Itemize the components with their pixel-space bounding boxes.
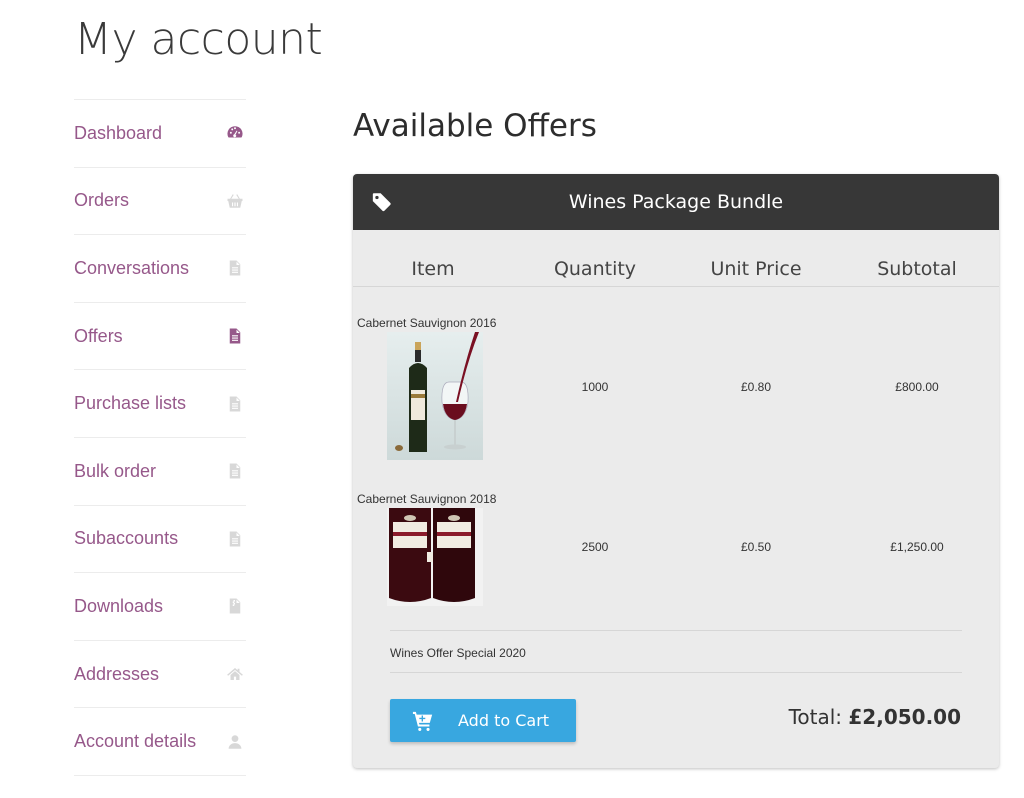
- sidebar-item-label: Bulk order: [74, 460, 157, 481]
- add-to-cart-label: Add to Cart: [458, 711, 550, 730]
- sidebar-item-purchase-lists[interactable]: Purchase lists: [74, 370, 246, 438]
- column-header-quantity: Quantity: [553, 258, 637, 280]
- file-icon: [224, 528, 246, 550]
- sidebar-item-label: Downloads: [74, 595, 164, 616]
- offer-header: Wines Package Bundle: [353, 174, 999, 230]
- header-divider: [353, 286, 999, 287]
- home-icon: [224, 663, 246, 685]
- sidebar-item-addresses[interactable]: Addresses: [74, 641, 246, 709]
- unit-price-value: £0.80: [740, 380, 772, 394]
- file-icon: [224, 460, 246, 482]
- divider: [390, 672, 962, 673]
- column-header-subtotal: Subtotal: [877, 258, 957, 280]
- sidebar-item-label: Offers: [74, 325, 123, 346]
- sidebar-item-label: Addresses: [74, 663, 160, 684]
- product-image: [387, 508, 483, 606]
- sidebar-item-label: Orders: [74, 190, 130, 211]
- total-label: Total:: [788, 705, 849, 729]
- sidebar-item-label: Conversations: [74, 257, 190, 278]
- file-icon: [224, 325, 246, 347]
- page-title: My account: [74, 14, 323, 65]
- sidebar-item-label: Account details: [74, 731, 197, 752]
- user-icon: [224, 731, 246, 753]
- file-icon: [224, 393, 246, 415]
- quantity-value: 1000: [581, 380, 609, 394]
- column-header-unit-price: Unit Price: [710, 258, 802, 280]
- cart-plus-icon: [412, 710, 434, 732]
- total-value: £2,050.00: [848, 705, 961, 729]
- subtotal-value: £1,250.00: [890, 540, 944, 554]
- subtotal-value: £800.00: [895, 380, 939, 394]
- product-image: [387, 332, 483, 460]
- unit-price-value: £0.50: [740, 540, 772, 554]
- tag-icon: [371, 191, 393, 213]
- sidebar-item-label: Purchase lists: [74, 393, 187, 414]
- sidebar-item-downloads[interactable]: Downloads: [74, 573, 246, 641]
- file-download-icon: [224, 595, 246, 617]
- item-name: Cabernet Sauvignon 2016: [357, 316, 497, 330]
- sidebar-item-label: Dashboard: [74, 122, 163, 143]
- sidebar-item-conversations[interactable]: Conversations: [74, 235, 246, 303]
- sidebar-item-orders[interactable]: Orders: [74, 168, 246, 236]
- sidebar-item-offers[interactable]: Offers: [74, 303, 246, 371]
- offer-note: Wines Offer Special 2020: [390, 646, 526, 660]
- sidebar-item-bulk-order[interactable]: Bulk order: [74, 438, 246, 506]
- file-icon: [224, 257, 246, 279]
- column-header-item: Item: [411, 258, 455, 280]
- add-to-cart-button[interactable]: Add to Cart: [390, 699, 576, 742]
- quantity-value: 2500: [581, 540, 609, 554]
- account-navigation: Dashboard Orders Conversations Offers Pu…: [74, 99, 246, 776]
- basket-icon: [224, 190, 246, 212]
- divider: [390, 630, 962, 631]
- sidebar-item-label: Subaccounts: [74, 528, 179, 549]
- sidebar-item-dashboard[interactable]: Dashboard: [74, 100, 246, 168]
- offer-title: Wines Package Bundle: [568, 191, 784, 213]
- sidebar-item-account-details[interactable]: Account details: [74, 708, 246, 776]
- offer-card: Wines Package Bundle Item Quantity Unit …: [353, 174, 999, 768]
- sidebar-item-subaccounts[interactable]: Subaccounts: [74, 506, 246, 574]
- offer-total: Total: £2,050.00: [789, 705, 961, 729]
- item-name: Cabernet Sauvignon 2018: [357, 492, 497, 506]
- dashboard-icon: [224, 122, 246, 144]
- section-title: Available Offers: [353, 108, 597, 144]
